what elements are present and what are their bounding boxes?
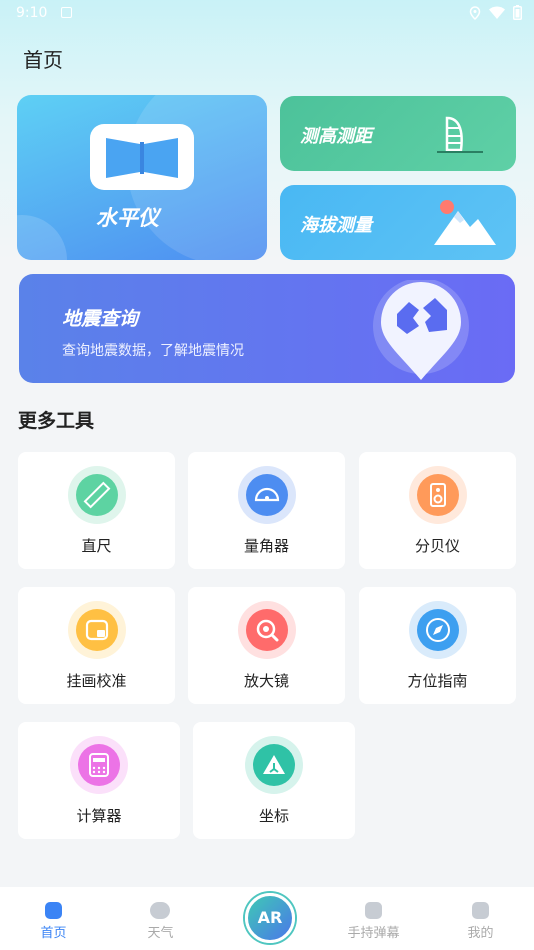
tool-coordinate[interactable]: 坐标 <box>193 722 355 839</box>
tool-protractor[interactable]: 量角器 <box>188 452 345 569</box>
height-distance-card[interactable]: 测高测距 <box>280 96 516 171</box>
tool-decibel[interactable]: 分贝仪 <box>359 452 516 569</box>
mountain-icon <box>434 200 496 245</box>
magnifier-icon <box>237 601 296 659</box>
tab-weather[interactable]: 天气 <box>107 887 214 950</box>
altitude-card[interactable]: 海拔测量 <box>280 185 516 260</box>
tool-label: 方位指南 <box>407 672 468 690</box>
profile-icon <box>472 902 489 919</box>
battery-icon <box>513 5 522 20</box>
status-time: 9:10 <box>16 5 48 21</box>
tool-label: 分贝仪 <box>414 537 460 555</box>
tab-barrage-label: 手持弹幕 <box>347 926 400 941</box>
section-title: 更多工具 <box>18 410 95 432</box>
cloud-icon <box>150 902 170 919</box>
tool-calculator[interactable]: 计算器 <box>18 722 180 839</box>
ruler-icon <box>67 466 126 524</box>
tool-ruler[interactable]: 直尺 <box>18 452 175 569</box>
tool-compass[interactable]: 方位指南 <box>359 587 516 704</box>
protractor-icon <box>237 466 296 524</box>
level-icon <box>90 124 194 190</box>
notification-icon <box>61 7 72 18</box>
tower-icon <box>437 116 483 153</box>
ar-button[interactable]: AR <box>245 893 295 943</box>
tool-frame-calibration[interactable]: 挂画校准 <box>18 587 175 704</box>
barrage-icon <box>365 902 382 919</box>
tab-home-label: 首页 <box>40 926 67 941</box>
height-distance-label: 测高测距 <box>300 126 372 147</box>
earthquake-icon <box>373 280 469 380</box>
tool-label: 挂画校准 <box>66 672 127 690</box>
tool-label: 计算器 <box>76 807 122 825</box>
earthquake-title: 地震查询 <box>62 308 139 330</box>
level-label: 水平仪 <box>96 206 159 230</box>
level-card[interactable]: 水平仪 <box>17 95 267 260</box>
status-bar: 9:10 <box>0 0 534 28</box>
frame-icon <box>67 601 126 659</box>
tab-weather-label: 天气 <box>147 926 174 941</box>
compass-icon <box>408 601 467 659</box>
tab-mine[interactable]: 我的 <box>427 887 534 950</box>
speaker-icon <box>408 466 467 524</box>
calculator-icon <box>70 736 128 794</box>
page-title: 首页 <box>23 48 63 72</box>
home-icon <box>45 902 62 919</box>
earthquake-desc: 查询地震数据，了解地震情况 <box>62 343 244 359</box>
tool-label: 放大镜 <box>243 672 289 690</box>
tool-magnifier[interactable]: 放大镜 <box>188 587 345 704</box>
tool-label: 量角器 <box>243 537 289 555</box>
status-icons <box>469 5 522 20</box>
tab-barrage[interactable]: 手持弹幕 <box>320 887 427 950</box>
wifi-icon <box>489 6 505 19</box>
coordinate-icon <box>245 736 303 794</box>
tool-label: 坐标 <box>258 807 289 825</box>
tab-mine-label: 我的 <box>467 926 494 941</box>
altitude-label: 海拔测量 <box>300 215 372 236</box>
tab-home[interactable]: 首页 <box>0 887 107 950</box>
tool-label: 直尺 <box>81 537 112 555</box>
earthquake-card[interactable]: 地震查询 查询地震数据，了解地震情况 <box>19 274 515 383</box>
location-icon <box>469 5 481 20</box>
